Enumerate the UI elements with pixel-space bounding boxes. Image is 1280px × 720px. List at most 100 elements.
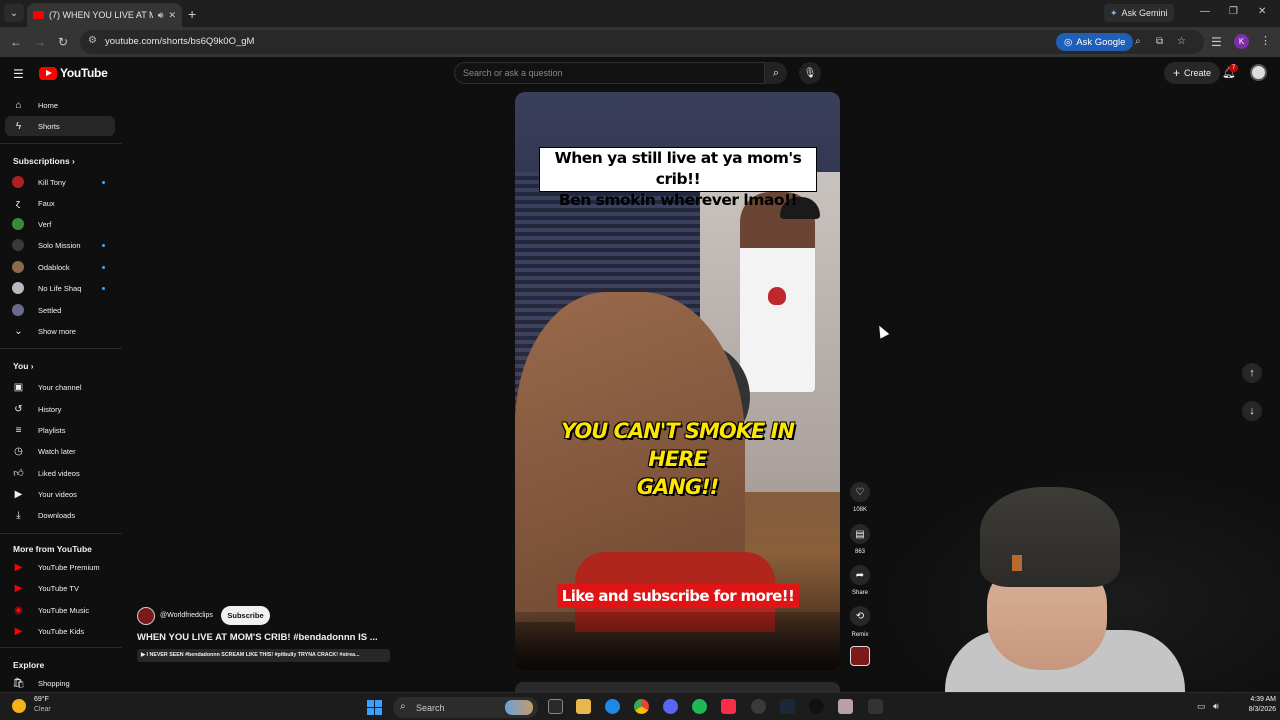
back-icon[interactable]: ← (10, 35, 22, 49)
music-icon[interactable] (721, 699, 736, 714)
search-input[interactable]: Search or ask a question (454, 62, 765, 84)
sound-channel-avatar[interactable] (850, 646, 870, 666)
arrow-down-icon: ↓ (1249, 405, 1255, 417)
comment-button[interactable]: ▤ (850, 524, 870, 544)
app-icon[interactable] (868, 699, 883, 714)
site-info-icon[interactable]: ⚙︎ (88, 35, 97, 46)
sidebar-item-playlists[interactable]: ≡ Playlists (5, 420, 115, 440)
moon-weather-icon[interactable] (12, 699, 26, 713)
sidebar-item-your-videos[interactable]: ▶ Your videos (5, 484, 115, 504)
divider (0, 533, 122, 534)
address-bar[interactable]: ⚙︎ youtube.com/shorts/bs6Q9k0O_gM ◎ Ask … (80, 30, 1204, 54)
like-button[interactable]: ♡ (850, 482, 870, 502)
sidebar-item-label: Verf (38, 219, 52, 229)
shirt-heart-graphic (768, 287, 786, 305)
taskbar-search[interactable]: ⌕ Search (393, 697, 538, 718)
previous-short-button[interactable]: ↑ (1242, 363, 1262, 383)
browser-tab[interactable]: (7) WHEN YOU LIVE AT MO 🔊︎ ✕ (27, 3, 182, 27)
file-explorer-icon[interactable] (576, 699, 591, 714)
channel-avatar[interactable] (137, 607, 155, 625)
sidebar-item-subscription[interactable]: Settled (5, 300, 115, 320)
sidebar-item-subscription[interactable]: No Life Shaq (5, 278, 115, 298)
you-heading[interactable]: You › (13, 361, 34, 371)
sidebar-item-shorts[interactable]: ϟ Shorts (5, 116, 115, 136)
hamburger-icon[interactable]: ☰ (13, 67, 24, 81)
minimize-icon[interactable]: — (1200, 6, 1210, 17)
zoom-icon[interactable]: ⌕ (1135, 36, 1141, 47)
forward-icon[interactable]: → (34, 35, 46, 49)
bookmark-star-icon[interactable]: ☆ (1177, 36, 1186, 47)
reload-icon[interactable]: ↻ (58, 35, 68, 49)
sidebar-item-subscription[interactable]: Odablock (5, 257, 115, 277)
caption-bottom: Like and subscribe for more!! (557, 584, 799, 608)
tab-search-button[interactable]: ⌄ (4, 4, 24, 22)
windows-start-icon[interactable] (367, 700, 382, 715)
sidebar-item-youtube-tv[interactable]: ▶ YouTube TV (5, 578, 115, 598)
weather-temperature[interactable]: 69°F (34, 696, 49, 703)
restore-icon[interactable]: ❐ (1229, 6, 1238, 17)
sidebar-item-show-more[interactable]: ⌄ Show more (5, 321, 115, 341)
subscriptions-heading[interactable]: Subscriptions › (13, 156, 75, 166)
taskbar-clock[interactable]: 4:39 AM (1236, 696, 1276, 703)
close-tab-icon[interactable]: ✕ (168, 10, 176, 21)
account-avatar[interactable] (1250, 64, 1267, 81)
browser-menu-icon[interactable]: ⋮ (1260, 34, 1271, 47)
close-window-icon[interactable]: ✕ (1258, 6, 1266, 17)
sidebar-item-label: Solo Mission (38, 240, 81, 250)
network-icon[interactable]: ▭ (1197, 701, 1206, 712)
search-icon: ⌕ (400, 701, 406, 712)
sidebar-item-subscription[interactable]: Verf (5, 214, 115, 234)
channel-handle[interactable]: @Worldfriedclips (160, 612, 213, 619)
install-icon[interactable]: ⧉ (1156, 36, 1163, 47)
standing-person (740, 192, 815, 392)
app-icon[interactable] (751, 699, 766, 714)
sidebar-item-watch-later[interactable]: ◷ Watch later (5, 441, 115, 461)
youtube-header: ☰ YouTube Search or ask a question ⌕ 🎙︎ … (0, 57, 1280, 90)
remix-button[interactable]: ⟲ (850, 606, 870, 626)
youtube-logo[interactable]: YouTube (39, 66, 108, 80)
subscribe-button[interactable]: Subscribe (221, 606, 270, 625)
create-button[interactable]: + Create (1164, 62, 1221, 84)
sidebar-item-subscription[interactable]: ɀ Faux (5, 193, 115, 213)
profile-avatar[interactable]: K (1234, 34, 1249, 49)
shorts-video-player[interactable]: When ya still live at ya mom's crib!! Be… (515, 92, 840, 670)
next-short-preview[interactable] (515, 682, 840, 692)
edge-icon[interactable] (605, 699, 620, 714)
related-video-link[interactable]: ▶ I NEVER SEEN #bendadonnn SCREAM LIKE T… (137, 649, 390, 662)
sidebar-item-youtube-premium[interactable]: ▶ YouTube Premium (5, 557, 115, 577)
next-short-button[interactable]: ↓ (1242, 401, 1262, 421)
sidebar-item-shopping[interactable]: 🛍︎ Shopping (5, 673, 115, 692)
video-icon: ▶ (14, 488, 23, 500)
sidebar-item-history[interactable]: ↺ History (5, 399, 115, 419)
obs-icon[interactable] (809, 699, 824, 714)
app-icon[interactable] (838, 699, 853, 714)
task-view-icon[interactable] (548, 699, 563, 714)
browser-tab-bar: ⌄ (7) WHEN YOU LIVE AT MO 🔊︎ ✕ + ✦ Ask G… (0, 0, 1280, 27)
sidebar-item-liked-videos[interactable]: 👍︎ Liked videos (5, 463, 115, 483)
chrome-icon[interactable] (634, 699, 649, 714)
discord-icon[interactable] (663, 699, 678, 714)
share-button[interactable]: ➦ (850, 565, 870, 585)
weather-condition[interactable]: Clear (34, 706, 51, 713)
taskbar-date[interactable]: 8/3/2026 (1236, 706, 1276, 713)
new-tab-button[interactable]: + (188, 6, 196, 22)
spotify-icon[interactable] (692, 699, 707, 714)
sidebar-item-subscription[interactable]: Kill Tony (5, 172, 115, 192)
sidebar-item-home[interactable]: ⌂ Home (5, 95, 115, 115)
sidebar-item-youtube-music[interactable]: ◉ YouTube Music (5, 600, 115, 620)
video-title[interactable]: WHEN YOU LIVE AT MOM'S CRIB! #bendadonnn… (137, 632, 378, 643)
speaker-icon[interactable]: 🔊︎ (158, 10, 164, 21)
search-placeholder: Search or ask a question (463, 68, 563, 78)
sidebar-item-downloads[interactable]: ⤓ Downloads (5, 505, 115, 525)
channel-avatar (12, 239, 24, 251)
sidebar-item-subscription[interactable]: Solo Mission (5, 235, 115, 255)
ask-google-button[interactable]: ◎ Ask Google (1056, 33, 1134, 51)
search-button[interactable]: ⌕ (765, 62, 787, 84)
tab-groups-icon[interactable]: ☰ (1211, 35, 1222, 49)
steam-icon[interactable] (780, 699, 795, 714)
sidebar-item-youtube-kids[interactable]: ▶ YouTube Kids (5, 621, 115, 641)
voice-search-button[interactable]: 🎙︎ (799, 62, 821, 84)
ask-gemini-button[interactable]: ✦ Ask Gemini (1104, 4, 1174, 22)
volume-icon[interactable]: 🔊︎ (1213, 701, 1219, 712)
sidebar-item-your-channel[interactable]: ▣ Your channel (5, 377, 115, 397)
